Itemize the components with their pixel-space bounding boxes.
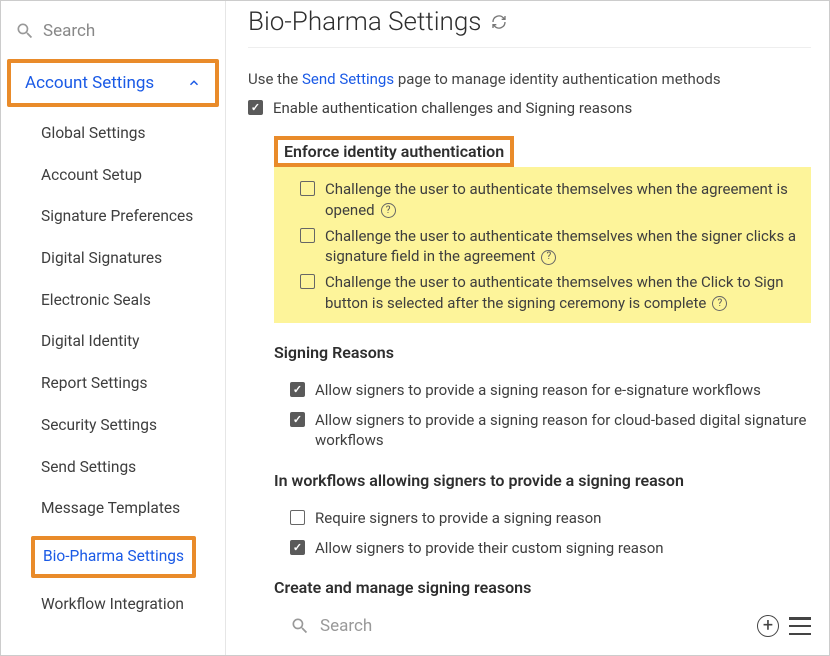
enforce-identity-heading: Enforce identity authentication: [274, 136, 514, 167]
enforce-opt-click-to-sign[interactable]: Challenge the user to authenticate thems…: [284, 272, 801, 313]
sidebar-item-global-settings[interactable]: Global Settings: [1, 113, 225, 155]
signing-reason-checkbox-1[interactable]: [290, 412, 305, 427]
sidebar-item-message-templates[interactable]: Message Templates: [1, 488, 225, 530]
reasons-search-placeholder: Search: [320, 616, 372, 636]
sidebar-item-workflow-integration[interactable]: Workflow Integration: [1, 584, 225, 626]
refresh-icon[interactable]: [491, 14, 507, 30]
enforce-checkbox-2[interactable]: [300, 274, 315, 289]
workflow-custom-reason[interactable]: Allow signers to provide their custom si…: [274, 538, 811, 558]
workflow-label-1: Allow signers to provide their custom si…: [315, 538, 811, 558]
sidebar-item-report-settings[interactable]: Report Settings: [1, 363, 225, 405]
send-settings-link[interactable]: Send Settings: [302, 70, 394, 88]
sidebar-item-digital-signatures[interactable]: Digital Signatures: [1, 238, 225, 280]
sidebar: Search Account Settings Global Settings …: [1, 1, 226, 655]
enable-auth-challenges-row[interactable]: Enable authentication challenges and Sig…: [248, 98, 811, 118]
workflow-checkbox-0[interactable]: [290, 510, 305, 525]
workflow-checkbox-1[interactable]: [290, 540, 305, 555]
signing-reason-checkbox-0[interactable]: [290, 382, 305, 397]
enforce-checkbox-0[interactable]: [300, 181, 315, 196]
search-icon: [15, 21, 35, 41]
sidebar-item-bio-pharma-settings[interactable]: Bio-Pharma Settings: [31, 536, 196, 578]
enforce-checkbox-1[interactable]: [300, 228, 315, 243]
nav-group-account-settings[interactable]: Account Settings: [7, 59, 219, 107]
create-manage-heading: Create and manage signing reasons: [274, 578, 531, 597]
menu-icon[interactable]: [789, 617, 811, 635]
signing-reason-esig[interactable]: Allow signers to provide a signing reaso…: [274, 380, 811, 400]
help-icon[interactable]: ?: [541, 250, 556, 265]
sidebar-item-electronic-seals[interactable]: Electronic Seals: [1, 280, 225, 322]
enforce-identity-highlight: Challenge the user to authenticate thems…: [274, 167, 811, 323]
search-icon: [290, 616, 310, 636]
help-icon[interactable]: ?: [381, 203, 396, 218]
sidebar-item-digital-identity[interactable]: Digital Identity: [1, 321, 225, 363]
intro-prefix: Use the: [248, 70, 302, 88]
sidebar-search-placeholder: Search: [43, 21, 95, 41]
sidebar-item-signature-preferences[interactable]: Signature Preferences: [1, 196, 225, 238]
workflow-label-0: Require signers to provide a signing rea…: [315, 508, 811, 528]
sidebar-item-security-settings[interactable]: Security Settings: [1, 405, 225, 447]
signing-reason-label-0: Allow signers to provide a signing reaso…: [315, 380, 811, 400]
sidebar-item-send-settings[interactable]: Send Settings: [1, 447, 225, 489]
enforce-opt-agreement-opened[interactable]: Challenge the user to authenticate thems…: [284, 179, 801, 220]
page-title: Bio-Pharma Settings: [248, 7, 481, 37]
signing-reason-label-1: Allow signers to provide a signing reaso…: [315, 410, 811, 451]
nav-list: Global Settings Account Setup Signature …: [1, 113, 225, 625]
sidebar-search[interactable]: Search: [1, 13, 225, 55]
intro-suffix: page to manage identity authentication m…: [394, 70, 720, 88]
nav-group-label: Account Settings: [25, 73, 154, 93]
chevron-up-icon: [187, 76, 201, 90]
add-reason-button[interactable]: +: [757, 615, 779, 637]
enable-auth-label: Enable authentication challenges and Sig…: [273, 98, 811, 118]
intro-text: Use the Send Settings page to manage ide…: [248, 70, 811, 88]
workflows-heading: In workflows allowing signers to provide…: [274, 471, 684, 490]
enforce-label-1: Challenge the user to authenticate thems…: [325, 227, 796, 265]
enforce-opt-signature-field[interactable]: Challenge the user to authenticate thems…: [284, 226, 801, 267]
signing-reasons-heading: Signing Reasons: [274, 343, 394, 362]
enable-auth-checkbox[interactable]: [248, 100, 263, 115]
help-icon[interactable]: ?: [712, 296, 727, 311]
sidebar-item-account-setup[interactable]: Account Setup: [1, 155, 225, 197]
main-content: Bio-Pharma Settings Use the Send Setting…: [226, 1, 829, 655]
signing-reason-cloud[interactable]: Allow signers to provide a signing reaso…: [274, 410, 811, 451]
workflow-require-reason[interactable]: Require signers to provide a signing rea…: [274, 508, 811, 528]
reasons-search[interactable]: Search: [290, 616, 747, 636]
